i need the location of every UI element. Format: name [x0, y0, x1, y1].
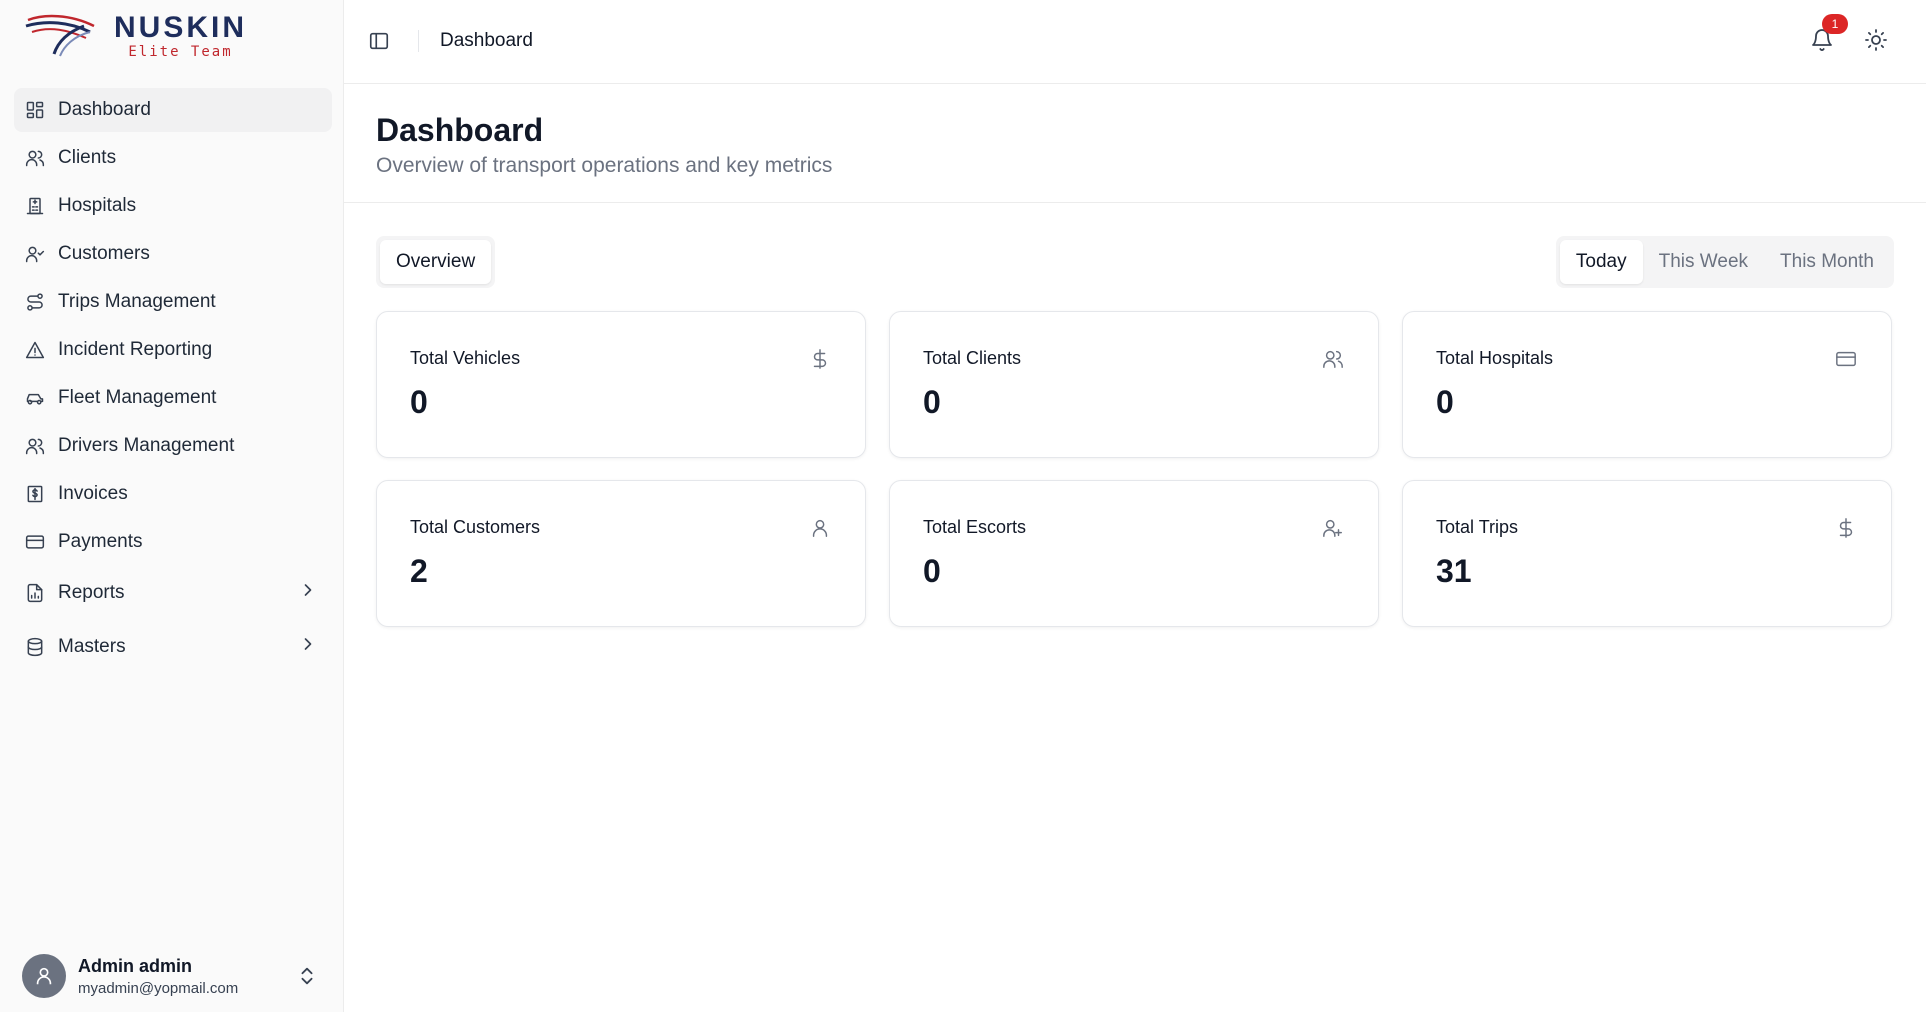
brand-logo[interactable]: NUSKIN Elite Team	[24, 10, 254, 62]
sidebar-item-dashboard[interactable]: Dashboard	[14, 88, 332, 132]
brand-tagline: Elite Team	[128, 44, 233, 60]
hospital-building-icon	[24, 195, 46, 217]
sidebar-item-label: Dashboard	[58, 99, 151, 120]
page-title: Dashboard	[376, 112, 544, 148]
sidebar-item-label: Drivers Management	[58, 435, 235, 456]
range-this-week[interactable]: This Week	[1643, 240, 1764, 284]
stat-card-total-customers[interactable]: Total Customers 2	[376, 480, 866, 627]
stat-label: Total Hospitals	[1436, 348, 1554, 368]
sidebar-item-payments[interactable]: Payments	[14, 520, 332, 564]
page-header: Dashboard Overview of transport operatio…	[344, 84, 1926, 203]
range-today[interactable]: Today	[1559, 240, 1643, 284]
user-icon	[809, 517, 831, 539]
sidebar-item-label: Payments	[58, 531, 143, 552]
sidebar-item-label: Clients	[58, 147, 117, 168]
sidebar-item-invoices[interactable]: Invoices	[14, 472, 332, 516]
app-root: NUSKIN Elite Team Dashboard Clients Hosp…	[0, 0, 1926, 1012]
view-tabs: Overview	[376, 236, 496, 288]
range-this-month[interactable]: This Month	[1764, 240, 1890, 284]
stat-value: 0	[1436, 384, 1454, 420]
stat-label: Total Clients	[923, 348, 1022, 368]
user-email: myadmin@yopmail.com	[78, 979, 239, 997]
stat-card-total-clients[interactable]: Total Clients 0	[889, 311, 1379, 458]
stat-card-total-escorts[interactable]: Total Escorts 0	[889, 480, 1379, 627]
top-bar: Dashboard 1	[344, 0, 1926, 84]
dashboard-grid-icon	[24, 99, 46, 121]
user-menu[interactable]: Admin admin myadmin@yopmail.com	[22, 952, 328, 1000]
breadcrumb[interactable]: Dashboard	[440, 30, 533, 52]
user-icon	[36, 967, 52, 985]
page-subtitle: Overview of transport operations and key…	[376, 154, 833, 177]
tab-overview[interactable]: Overview	[380, 240, 492, 284]
stat-label: Total Trips	[1436, 517, 1519, 537]
wings-logo-icon	[25, 14, 95, 57]
dollar-icon	[1835, 517, 1857, 539]
sidebar-item-label: Trips Management	[58, 291, 216, 312]
credit-card-icon	[24, 531, 46, 553]
stat-card-total-vehicles[interactable]: Total Vehicles 0	[376, 311, 866, 458]
sidebar-toggle-icon[interactable]	[368, 30, 390, 52]
users-icon	[24, 147, 46, 169]
sidebar: NUSKIN Elite Team Dashboard Clients Hosp…	[0, 0, 344, 1012]
sidebar-item-reports[interactable]: Reports	[14, 568, 332, 618]
sun-icon[interactable]	[1864, 28, 1888, 52]
sidebar-item-label: Fleet Management	[58, 387, 217, 408]
sidebar-item-hospitals[interactable]: Hospitals	[14, 184, 332, 228]
dollar-icon	[809, 348, 831, 370]
database-icon	[24, 636, 46, 658]
route-icon	[24, 291, 46, 313]
stat-card-total-trips[interactable]: Total Trips 31	[1402, 480, 1892, 627]
stat-card-total-hospitals[interactable]: Total Hospitals 0	[1402, 311, 1892, 458]
topbar-divider	[418, 30, 419, 52]
avatar	[22, 954, 66, 998]
sidebar-item-customers[interactable]: Customers	[14, 232, 332, 276]
main-content: Dashboard 1 Dashboard Overview of transp…	[344, 0, 1926, 1012]
sidebar-item-label: Customers	[58, 243, 150, 264]
stat-value: 0	[923, 384, 941, 420]
stat-value: 0	[923, 553, 941, 589]
stats-grid: Total Vehicles 0 Total Clients 0 Total H…	[376, 311, 1892, 627]
user-plus-icon	[1322, 517, 1344, 539]
sidebar-item-label: Invoices	[58, 483, 128, 504]
sidebar-item-fleet-management[interactable]: Fleet Management	[14, 376, 332, 420]
users-icon	[1322, 348, 1344, 370]
sidebar-item-masters[interactable]: Masters	[14, 622, 332, 672]
chevron-right-icon[interactable]	[298, 634, 318, 654]
sidebar-item-label: Masters	[58, 636, 126, 657]
user-name: Admin admin	[78, 955, 193, 976]
sidebar-item-trips-management[interactable]: Trips Management	[14, 280, 332, 324]
alert-triangle-icon	[24, 339, 46, 361]
stat-value: 2	[410, 553, 428, 589]
brand-name: NUSKIN	[114, 11, 248, 44]
chevrons-up-down-icon[interactable]	[296, 964, 318, 988]
stat-label: Total Vehicles	[410, 348, 521, 368]
sidebar-item-label: Reports	[58, 582, 125, 603]
stat-value: 0	[410, 384, 428, 420]
sidebar-item-drivers-management[interactable]: Drivers Management	[14, 424, 332, 468]
file-chart-icon	[24, 582, 46, 604]
sidebar-item-label: Incident Reporting	[58, 339, 213, 360]
users-icon	[24, 435, 46, 457]
stat-label: Total Customers	[410, 517, 541, 537]
chevron-right-icon[interactable]	[298, 580, 318, 600]
user-check-icon	[24, 243, 46, 265]
stat-value: 31	[1436, 553, 1472, 589]
notification-badge: 1	[1822, 14, 1848, 34]
sidebar-item-label: Hospitals	[58, 195, 137, 216]
credit-card-icon	[1835, 348, 1857, 370]
receipt-dollar-icon	[24, 483, 46, 505]
sidebar-nav: Dashboard Clients Hospitals Customers Tr…	[14, 88, 332, 676]
sidebar-item-clients[interactable]: Clients	[14, 136, 332, 180]
sidebar-item-incident-reporting[interactable]: Incident Reporting	[14, 328, 332, 372]
stat-label: Total Escorts	[923, 517, 1027, 537]
date-range-selector: Today This Week This Month	[1555, 236, 1894, 288]
car-icon	[24, 387, 46, 409]
